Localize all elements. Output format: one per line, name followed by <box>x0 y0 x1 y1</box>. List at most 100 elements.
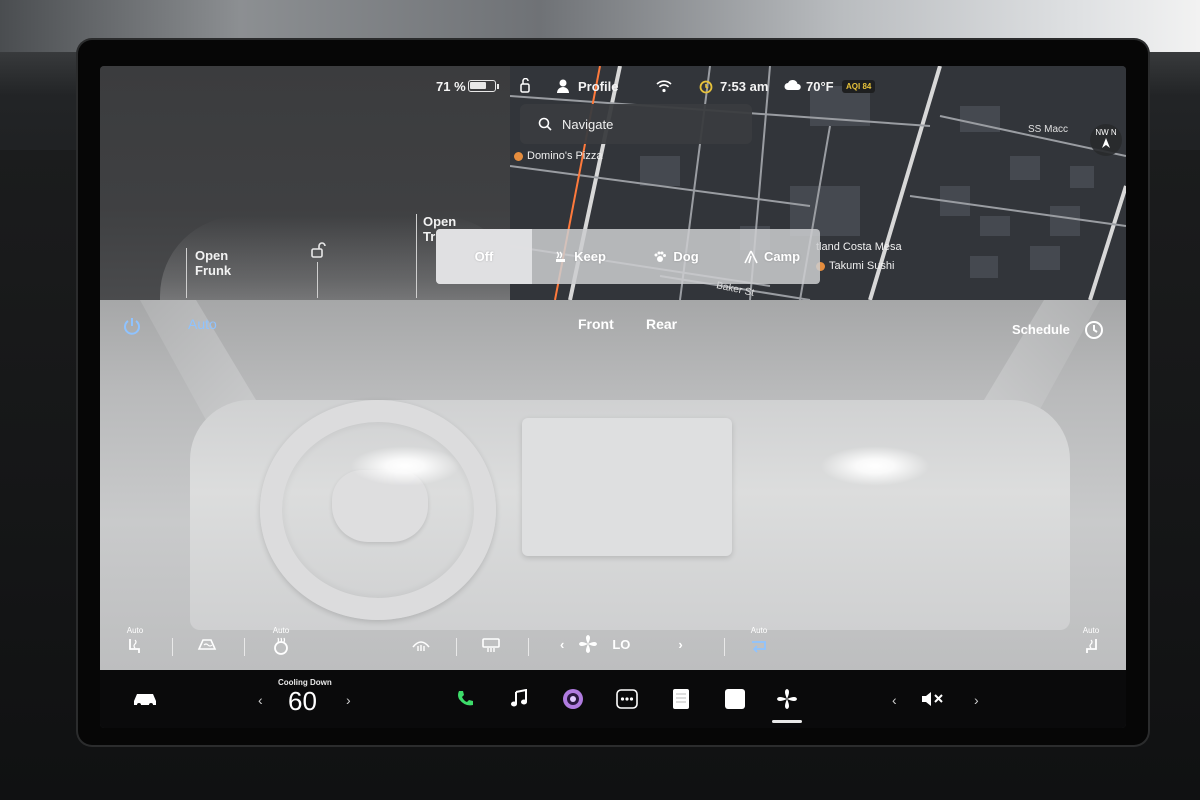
touchscreen: Open Frunk Open Tr Navigate Domino's Piz… <box>100 66 1126 728</box>
climate-panel: Auto Front Rear Schedule Auto Auto ‹ LO … <box>100 300 1126 670</box>
mode-label: Dog <box>673 249 699 264</box>
navigate-search[interactable]: Navigate <box>520 104 752 144</box>
fan-level: LO <box>612 636 631 652</box>
temp-increase-icon[interactable]: › <box>346 692 351 708</box>
cabin-temperature[interactable]: 60 <box>288 686 317 717</box>
search-icon <box>538 117 552 131</box>
mode-dog-button[interactable]: Dog <box>628 229 724 284</box>
keep-icon <box>556 251 566 262</box>
profile-icon[interactable] <box>556 78 570 97</box>
compass-button[interactable]: NW N <box>1090 124 1122 156</box>
frunk-label-line2: Frunk <box>195 263 232 278</box>
battery-percent: 71 % <box>436 79 466 94</box>
rear-defrost-icon <box>480 634 502 656</box>
unlock-icon[interactable] <box>310 242 326 258</box>
wiper-defrost-icon <box>196 634 218 656</box>
poi-costa-mesa[interactable]: tland Costa Mesa <box>816 241 902 253</box>
auto-badge: Auto <box>1082 626 1100 635</box>
more-apps-icon[interactable] <box>612 684 642 714</box>
mode-label: Off <box>474 249 494 264</box>
blank-app-icon[interactable] <box>720 684 750 714</box>
air-vent-left[interactable] <box>350 446 460 486</box>
front-tab[interactable]: Front <box>578 316 614 332</box>
clock-icon[interactable] <box>1084 320 1104 345</box>
fan-icon <box>579 635 598 653</box>
fan-increase-icon[interactable]: › <box>678 637 682 652</box>
battery-fill <box>470 82 486 89</box>
aqi-badge: AQI 84 <box>842 80 876 93</box>
auto-badge: Auto <box>126 626 144 635</box>
key-icon[interactable] <box>518 77 532 97</box>
open-frunk-button[interactable]: Open Frunk <box>186 248 231 298</box>
phone-icon[interactable] <box>450 684 480 714</box>
clock-time: 7:53 am <box>720 79 769 94</box>
mode-label: Camp <box>763 249 801 264</box>
profile-button[interactable]: Profile <box>578 79 618 94</box>
fan-speed-control: ‹ LO › <box>560 634 683 654</box>
bottom-dock: ‹ Cooling Down 60 › ‹ › <box>100 670 1126 728</box>
mute-icon[interactable] <box>918 684 948 714</box>
poi-label: Takumi Sushi <box>829 260 895 272</box>
center-display-render <box>522 418 732 556</box>
power-icon[interactable] <box>122 316 142 341</box>
compass-label: NW N <box>1095 128 1117 137</box>
auto-badge: Auto <box>272 626 290 635</box>
seat-heater-icon <box>124 635 146 657</box>
mode-camp-button[interactable]: Camp <box>724 229 820 284</box>
wifi-icon <box>656 79 672 96</box>
outside-temperature: 70°F <box>806 79 834 94</box>
compass-arrow-icon <box>1102 138 1110 148</box>
cloud-icon <box>784 79 802 94</box>
notes-app-icon[interactable] <box>666 684 696 714</box>
front-defrost-button[interactable] <box>410 634 432 656</box>
navigate-label: Navigate <box>562 116 614 132</box>
wiper-defrost-button[interactable] <box>196 634 218 656</box>
auto-button[interactable]: Auto <box>188 316 217 332</box>
mode-off-button[interactable]: Off <box>436 229 532 284</box>
street-label: SS Macc <box>1028 124 1069 135</box>
rear-tab[interactable]: Rear <box>646 316 677 332</box>
media-camera-icon[interactable] <box>558 684 588 714</box>
alarm-clock-icon[interactable] <box>698 78 714 97</box>
poi-marker-icon <box>514 151 523 161</box>
mode-label: Keep <box>574 249 606 264</box>
music-icon[interactable] <box>504 684 534 714</box>
steering-heater-button[interactable]: Auto <box>270 626 292 657</box>
tent-icon <box>744 250 758 263</box>
climate-keeper-selector: Off Keep Dog Camp <box>436 229 820 284</box>
divider <box>172 638 173 656</box>
poi-label: Domino's Pizza <box>527 150 603 162</box>
driver-seat-heater-button[interactable]: Auto <box>124 626 146 657</box>
rear-defrost-button[interactable] <box>480 634 502 656</box>
trunk-label-line2: Tr <box>423 229 436 244</box>
volume-increase-icon[interactable]: › <box>974 692 979 708</box>
status-bar: 71 % Profile 7:53 am 70°F AQI 84 <box>430 76 1090 100</box>
recirculation-icon <box>748 635 770 657</box>
schedule-button[interactable]: Schedule <box>1012 322 1070 337</box>
seat-heater-icon <box>1080 635 1102 657</box>
poi-dominos[interactable]: Domino's Pizza <box>514 150 602 162</box>
poi-label: tland Costa Mesa <box>816 241 902 253</box>
divider <box>244 638 245 656</box>
volume-decrease-icon[interactable]: ‹ <box>892 692 897 708</box>
climate-controls-row: Auto Auto ‹ LO › Auto Auto <box>100 626 1126 670</box>
divider <box>456 638 457 656</box>
trunk-label-line1: Open <box>423 214 457 229</box>
divider <box>528 638 529 656</box>
recirculation-button[interactable]: Auto <box>748 626 770 657</box>
air-vent-right[interactable] <box>820 446 930 486</box>
poi-takumi-sushi[interactable]: Takumi Sushi <box>816 260 894 272</box>
divider <box>724 638 725 656</box>
lock-indicator-line <box>317 262 318 298</box>
fan-decrease-icon[interactable]: ‹ <box>560 637 564 652</box>
front-defrost-icon <box>410 634 432 656</box>
paw-icon <box>654 251 667 262</box>
battery-icon <box>468 80 496 92</box>
steering-heater-icon <box>270 635 292 657</box>
car-icon[interactable] <box>130 684 160 714</box>
battery-tip <box>497 84 499 89</box>
passenger-seat-heater-button[interactable]: Auto <box>1080 626 1102 657</box>
mode-keep-button[interactable]: Keep <box>532 229 628 284</box>
fan-app-icon[interactable] <box>772 684 802 714</box>
temp-decrease-icon[interactable]: ‹ <box>258 692 263 708</box>
